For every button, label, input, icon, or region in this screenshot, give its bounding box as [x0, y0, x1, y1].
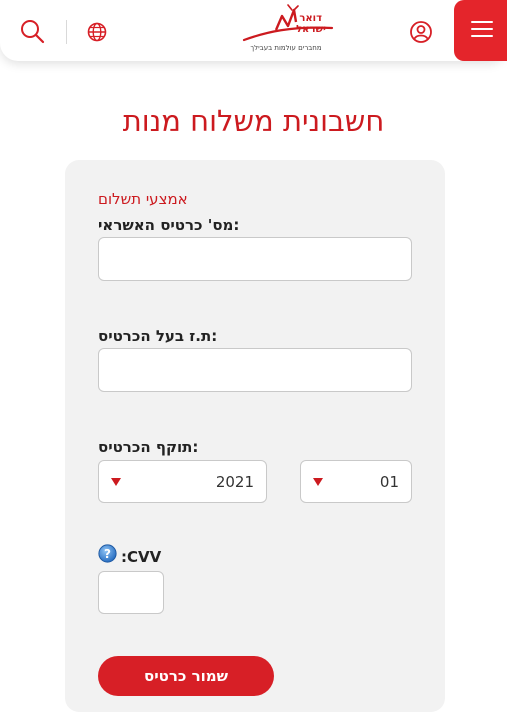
- card-number-input[interactable]: [98, 237, 412, 281]
- card-number-label: מס' כרטיס האשראי:: [98, 216, 240, 234]
- expiry-label: תוקף הכרטיס:: [98, 438, 199, 456]
- logo-tagline: מחברים עולמות בעבילך: [250, 44, 322, 52]
- expiry-year-select[interactable]: 2021: [98, 460, 267, 503]
- expiry-month-value: 01: [379, 473, 399, 491]
- deer-logo-icon: דואר ישראל: [242, 4, 334, 42]
- dropdown-arrow-icon: [111, 478, 121, 486]
- account-button[interactable]: [409, 20, 433, 44]
- globe-icon: [87, 22, 107, 42]
- owner-id-input[interactable]: [98, 348, 412, 392]
- logo-text-line1: דואר: [299, 13, 322, 24]
- menu-button[interactable]: [454, 0, 507, 61]
- owner-id-label: ת.ז בעל הכרטיס:: [98, 327, 218, 345]
- hamburger-icon: [471, 21, 493, 37]
- search-icon: [21, 20, 45, 44]
- save-card-button[interactable]: שמור כרטיס: [98, 656, 274, 696]
- header-divider: [66, 20, 67, 44]
- question-circle-icon: ?: [98, 544, 117, 563]
- cvv-help-button[interactable]: ?: [98, 544, 117, 563]
- dropdown-arrow-icon: [313, 478, 323, 486]
- search-button[interactable]: [18, 17, 46, 45]
- cvv-input[interactable]: [98, 571, 164, 614]
- expiry-year-value: 2021: [215, 473, 254, 491]
- cvv-label: :CVV: [121, 548, 162, 566]
- language-button[interactable]: [86, 21, 108, 43]
- svg-text:?: ?: [104, 547, 111, 561]
- site-header: דואר ישראל מחברים עולמות בעבילך: [0, 0, 507, 61]
- page-title: חשבונית משלוח מנות: [122, 104, 385, 138]
- user-icon: [410, 21, 432, 43]
- expiry-month-select[interactable]: 01: [300, 460, 412, 503]
- payment-method-heading: אמצעי תשלום: [98, 190, 188, 208]
- logo-text-line2: ישראל: [296, 24, 326, 35]
